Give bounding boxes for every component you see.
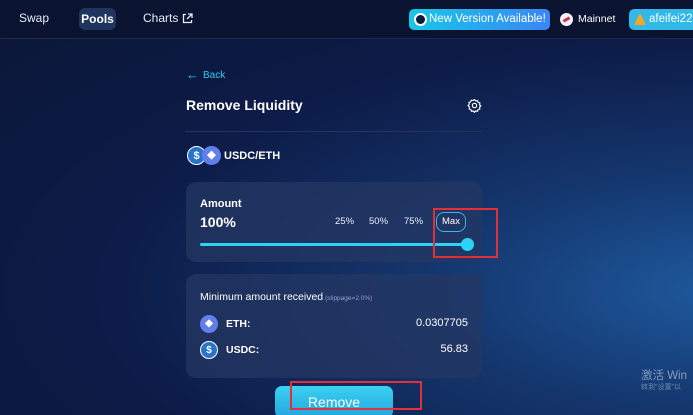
version-badge-label: New Version Available! [429, 13, 546, 25]
percent-75-button[interactable]: 75% [404, 216, 423, 227]
activation-watermark-hint: 转到"设置"以 [641, 384, 681, 391]
network-selector[interactable]: Mainnet [560, 9, 615, 30]
top-navigation-bar: Swap Pools Charts New Version Available!… [0, 0, 693, 39]
back-link[interactable]: ← Back [186, 67, 225, 82]
external-link-icon [183, 13, 193, 24]
gear-icon[interactable] [467, 98, 482, 113]
account-button[interactable]: afeifei22 [629, 9, 693, 30]
token-row-eth: ◆ ETH: 0.0307705 [200, 314, 468, 336]
amount-value: 100% [200, 214, 236, 230]
network-icon [560, 13, 573, 26]
minimum-received-label: Minimum amount received [200, 291, 324, 303]
amount-label: Amount [200, 198, 242, 210]
token-row-usdc: $ USDC: 56.83 [200, 340, 468, 362]
token-amount: 0.0307705 [416, 317, 468, 329]
account-name: afeifei22 [649, 13, 693, 25]
nav-charts-label: Charts [143, 11, 179, 25]
percent-50-button[interactable]: 50% [369, 216, 388, 227]
pair-icons: $ ◆ [187, 146, 223, 166]
token-symbol: USDC: [226, 344, 260, 356]
version-icon [414, 13, 427, 26]
slippage-note: (slippage=2.0%) [325, 295, 373, 302]
eth-icon: ◆ [202, 146, 221, 165]
amount-slider-track[interactable] [200, 243, 467, 246]
max-highlight-box [433, 208, 498, 258]
remove-highlight-box [290, 381, 422, 410]
eth-icon: ◆ [200, 315, 218, 333]
nav-swap[interactable]: Swap [19, 11, 49, 25]
percent-25-button[interactable]: 25% [335, 216, 354, 227]
title-divider [186, 131, 482, 132]
new-version-badge[interactable]: New Version Available! [409, 9, 550, 30]
token-symbol: ETH: [226, 318, 251, 330]
arrow-left-icon: ← [186, 67, 199, 82]
page-title: Remove Liquidity [186, 97, 303, 113]
network-label: Mainnet [578, 13, 616, 25]
minimum-received-card: Minimum amount received (slippage=2.0%) ◆… [186, 274, 482, 378]
back-link-label: Back [203, 70, 226, 81]
token-amount: 56.83 [440, 343, 468, 355]
minimum-received-title: Minimum amount received (slippage=2.0%) [200, 291, 372, 303]
activation-watermark: 激活 Win [641, 370, 687, 382]
nav-pools[interactable]: Pools [79, 8, 116, 30]
account-icon [634, 13, 646, 25]
pair-name: USDC/ETH [224, 150, 281, 162]
nav-charts[interactable]: Charts [143, 11, 193, 25]
usdc-icon: $ [200, 341, 218, 359]
